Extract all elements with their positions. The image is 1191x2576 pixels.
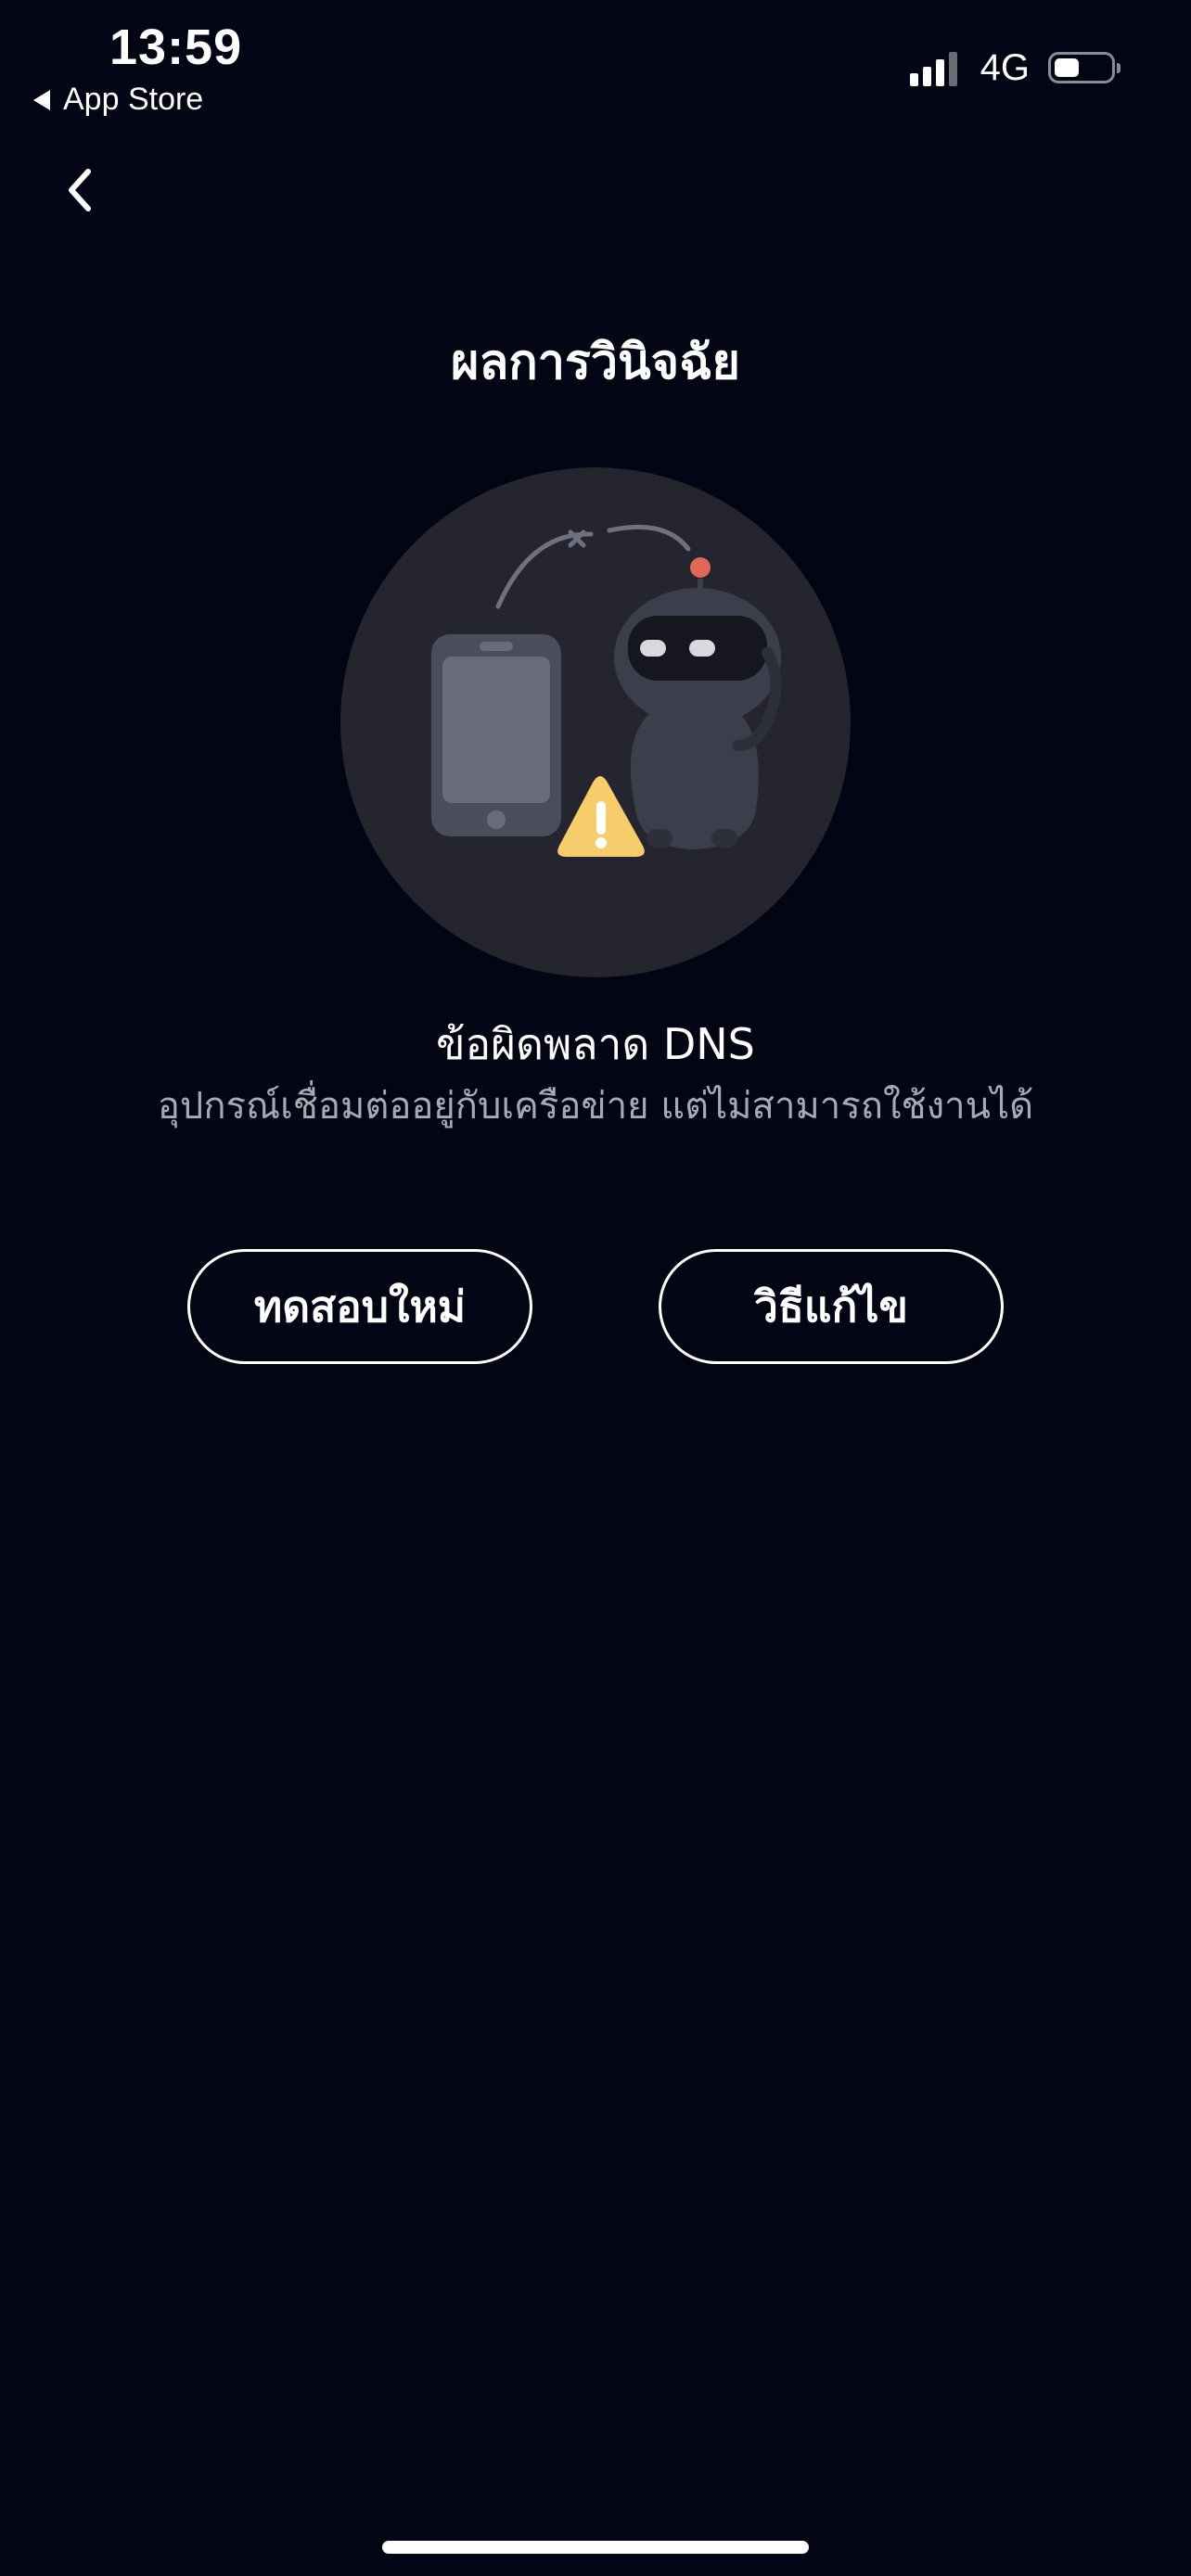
error-title: ข้อผิดพลาด DNS	[436, 1019, 755, 1069]
back-triangle-icon	[33, 89, 50, 110]
battery-icon	[1048, 52, 1121, 83]
back-app-label: App Store	[63, 82, 204, 117]
solution-button[interactable]: วิธีแก้ไข	[659, 1249, 1004, 1364]
status-indicators: 4G	[909, 45, 1121, 91]
back-button[interactable]	[52, 158, 108, 223]
retry-button[interactable]: ทดสอบใหม่	[187, 1249, 532, 1364]
chevron-left-icon	[69, 169, 91, 211]
page-title: ผลการวินิจฉัย	[450, 335, 741, 390]
home-indicator[interactable]	[382, 2541, 809, 2554]
diagnosis-illustration	[340, 467, 851, 977]
phone-icon	[431, 634, 561, 836]
back-to-app-store[interactable]: App Store	[33, 82, 203, 118]
status-time: 13:59	[109, 19, 243, 75]
signal-icon	[909, 49, 962, 86]
error-description: อุปกรณ์เชื่อมต่ออยู่กับเครือข่าย แต่ไม่ส…	[157, 1085, 1034, 1128]
network-type: 4G	[980, 46, 1030, 88]
